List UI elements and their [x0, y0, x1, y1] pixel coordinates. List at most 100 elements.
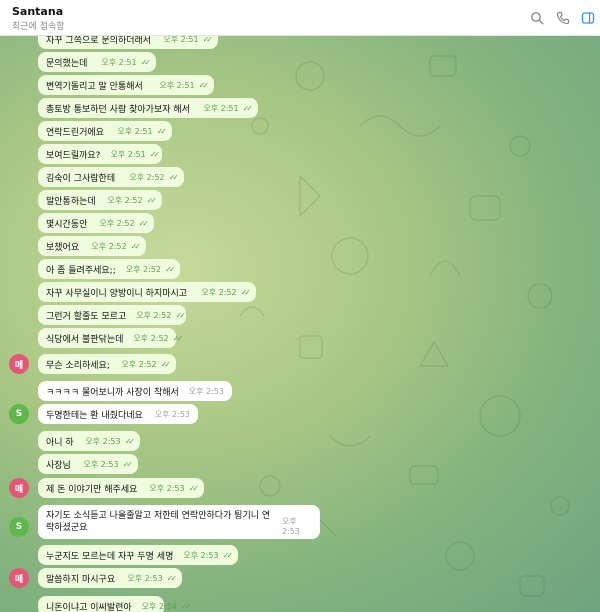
message-text: 말씀하지 마시구요: [46, 574, 116, 585]
message-text: 두명한테는 환 내줬다네요: [46, 410, 143, 421]
read-receipt-icon: ✓✓: [156, 126, 168, 136]
read-receipt-icon: ✓✓: [138, 218, 150, 228]
message-bubble[interactable]: 제 돈 이야기만 해주세요 오후 2:53 ✓✓: [38, 478, 204, 498]
read-receipt-icon: ✓✓: [188, 483, 200, 493]
message-text: 아 좀 들려주세요;;: [46, 265, 116, 276]
message-time: 오후 2:52: [129, 172, 165, 182]
message-text: 보여드릴까요?: [46, 150, 101, 161]
message-text: 누군지도 모르는데 자꾸 두명 세명: [46, 551, 174, 562]
read-receipt-icon: ✓✓: [130, 241, 142, 251]
avatar[interactable]: 메: [9, 354, 29, 374]
message-bubble[interactable]: 누군지도 모르는데 자꾸 두명 세명 오후 2:53 ✓✓: [38, 545, 238, 565]
message-time: 오후 2:52: [121, 359, 157, 369]
message-bubble[interactable]: 사장님 오후 2:53 ✓✓: [38, 454, 138, 474]
message-time: 오후 2:53: [149, 483, 185, 493]
message-text: 니돈이냐고 이씨발련아: [46, 602, 132, 612]
message-time: 오후 2:52: [125, 264, 161, 274]
read-receipt-icon: ✓✓: [180, 601, 192, 611]
message-bubble[interactable]: 무슨 소리하세요; 오후 2:52 ✓✓: [38, 354, 176, 374]
message-bubble[interactable]: 말안통하는데 오후 2:52 ✓✓: [38, 190, 162, 210]
read-receipt-icon: ✓✓: [175, 310, 186, 320]
message-text: 연락드린거에요: [46, 127, 104, 138]
message-text: 제 돈 이야기만 해주세요: [46, 484, 138, 495]
sidebar-toggle-icon[interactable]: [579, 9, 597, 27]
message-text: 아니 하: [46, 437, 74, 448]
message-text: ㅋㅋㅋㅋ 물어보니까 사장이 착해서: [46, 387, 179, 398]
message-bubble[interactable]: 문의했는데 오후 2:51 ✓✓: [38, 52, 156, 72]
message-text: 자꾸 사무실이니 양방이니 하지마시고: [46, 288, 188, 299]
message-bubble[interactable]: 보챘어요 오후 2:52 ✓✓: [38, 236, 146, 256]
avatar[interactable]: 메: [9, 478, 29, 498]
message-time: 오후 2:54: [141, 601, 177, 611]
phone-icon[interactable]: [554, 9, 572, 27]
message-bubble[interactable]: 보여드릴까요? 오후 2:51 ✓✓: [38, 144, 162, 164]
message-time: 오후 2:51: [101, 57, 137, 67]
message-bubble[interactable]: 변역기돌리고 말 안통해서 오후 2:51 ✓✓: [38, 75, 214, 95]
search-icon[interactable]: [528, 9, 546, 27]
message-time: 오후 2:52: [99, 218, 135, 228]
message-text: 자기도 소식듣고 나올줄알고 저한테 연락안하다가 튕기니 연락하셨군요: [46, 511, 271, 533]
read-receipt-icon: ✓✓: [242, 103, 254, 113]
message-text: 몇시간동안: [46, 219, 88, 230]
message-time: 오후 2:52: [91, 241, 127, 251]
message-text: 변역기돌리고 말 안통해서: [46, 81, 143, 92]
message-bubble[interactable]: 식당에서 불판닦는데 오후 2:52 ✓✓: [38, 328, 183, 348]
read-receipt-icon: ✓✓: [140, 57, 152, 67]
read-receipt-icon: ✓✓: [222, 550, 234, 560]
message-time: 오후 2:53: [127, 573, 163, 583]
message-bubble[interactable]: 김숙이 그사람한테 오후 2:52 ✓✓: [38, 167, 184, 187]
read-receipt-icon: ✓✓: [172, 333, 184, 343]
avatar[interactable]: S: [9, 404, 29, 424]
message-time: 오후 2:51: [117, 126, 153, 136]
message-text: 총토방 통보하던 사람 찾아가보자 해서: [46, 104, 190, 115]
chat-header: Santana 최근에 접속함: [0, 0, 600, 36]
message-bubble[interactable]: 그런거 할줄도 모르고 오후 2:52 ✓✓: [38, 305, 186, 325]
message-text: 보챘어요: [46, 242, 80, 253]
read-receipt-icon: ✓✓: [160, 359, 172, 369]
message-text: 문의했는데: [46, 58, 88, 69]
message-bubble[interactable]: 자기도 소식듣고 나올줄알고 저한테 연락안하다가 튕기니 연락하셨군요 오후 2…: [38, 505, 320, 539]
read-receipt-icon: ✓✓: [198, 80, 210, 90]
message-time: 오후 2:53: [183, 550, 219, 560]
read-receipt-icon: ✓✓: [122, 459, 134, 469]
message-time: 오후 2:53: [282, 517, 300, 536]
message-time: 오후 2:53: [154, 409, 190, 419]
message-bubble[interactable]: 두명한테는 환 내줬다네요 오후 2:53: [38, 404, 198, 424]
avatar[interactable]: 메: [9, 568, 29, 588]
read-receipt-icon: ✓✓: [168, 172, 180, 182]
read-receipt-icon: ✓✓: [124, 436, 136, 446]
read-receipt-icon: ✓✓: [149, 149, 161, 159]
message-bubble[interactable]: 말씀하지 마시구요 오후 2:53 ✓✓: [38, 568, 182, 588]
message-time: 오후 2:52: [133, 333, 169, 343]
message-bubble[interactable]: 연락드린거에요 오후 2:51 ✓✓: [38, 121, 172, 141]
message-text: 식당에서 불판닦는데: [46, 334, 124, 345]
read-receipt-icon: ✓✓: [164, 264, 176, 274]
message-time: 오후 2:52: [107, 195, 143, 205]
message-bubble[interactable]: ㅋㅋㅋㅋ 물어보니까 사장이 착해서 오후 2:53: [38, 381, 232, 401]
message-text: 무슨 소리하세요;: [46, 360, 110, 371]
message-time: 오후 2:51: [110, 149, 146, 159]
message-bubble[interactable]: 총토방 통보하던 사람 찾아가보자 해서 오후 2:51 ✓✓: [38, 98, 258, 118]
message-bubble[interactable]: 자꾸 사무실이니 양방이니 하지마시고 오후 2:52 ✓✓: [38, 282, 256, 302]
message-time: 오후 2:53: [85, 436, 121, 446]
message-text: 사장님: [46, 460, 71, 471]
message-time: 오후 2:53: [188, 386, 225, 396]
message-bubble[interactable]: 아니 하 오후 2:53 ✓✓: [38, 431, 140, 451]
message-time: 오후 2:52: [136, 310, 172, 320]
message-text: 말안통하는데: [46, 196, 96, 207]
message-time: 오후 2:51: [159, 80, 195, 90]
read-receipt-icon: ✓✓: [146, 195, 158, 205]
read-receipt-icon: ✓✓: [166, 573, 178, 583]
chat-title[interactable]: Santana: [12, 5, 63, 18]
avatar[interactable]: S: [9, 517, 29, 537]
message-time: 오후 2:52: [201, 287, 237, 297]
message-time: 오후 2:51: [203, 103, 239, 113]
message-bubble[interactable]: 니돈이냐고 이씨발련아 오후 2:54 ✓✓: [38, 596, 191, 612]
last-seen-status: 최근에 접속함: [12, 22, 65, 32]
message-bubble[interactable]: 몇시간동안 오후 2:52 ✓✓: [38, 213, 154, 233]
read-receipt-icon: ✓✓: [240, 287, 252, 297]
message-text: 그런거 할줄도 모르고: [46, 311, 127, 322]
message-time: 오후 2:53: [83, 459, 119, 469]
message-bubble[interactable]: 아 좀 들려주세요;; 오후 2:52 ✓✓: [38, 259, 180, 279]
message-text: 김숙이 그사람한테: [46, 173, 116, 184]
